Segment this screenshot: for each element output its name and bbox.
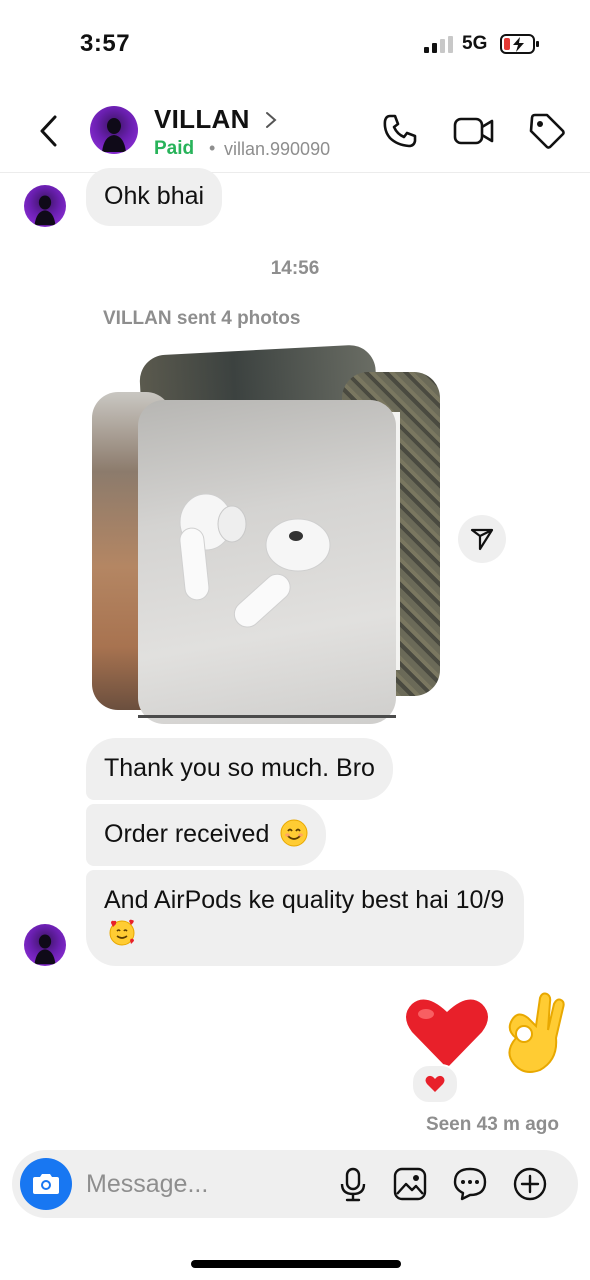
home-indicator[interactable]	[191, 1260, 401, 1268]
cell-signal-icon	[424, 36, 453, 53]
message-bubble[interactable]: Thank you so much. Bro	[86, 738, 393, 800]
photos-sent-note: VILLAN sent 4 photos	[103, 308, 301, 329]
photo-airpods[interactable]	[138, 400, 396, 724]
sticker-message-icon[interactable]	[452, 1166, 488, 1202]
status-time: 3:57	[80, 30, 131, 57]
battery-charging-icon	[500, 34, 539, 54]
message-input[interactable]	[86, 1166, 306, 1202]
smiling-face-emoji	[280, 819, 308, 847]
ok-hand-emoji	[508, 992, 565, 1073]
seen-status: Seen 43 m ago	[425, 1114, 559, 1135]
share-button[interactable]	[458, 515, 506, 563]
message-bubble[interactable]: Order received	[86, 804, 327, 866]
microphone-icon[interactable]	[335, 1166, 371, 1202]
smiling-face-with-hearts-emoji	[109, 919, 135, 946]
separator-dot: •	[209, 138, 216, 158]
message-bubble[interactable]: And AirPods ke quality best hai 10/9	[86, 870, 524, 966]
add-icon[interactable]	[512, 1166, 548, 1202]
message-bubble[interactable]: Ohk bhai	[86, 168, 223, 226]
chevron-right-icon[interactable]	[264, 110, 278, 130]
red-heart-emoji	[406, 999, 488, 1068]
gallery-icon[interactable]	[392, 1166, 428, 1202]
camera-button[interactable]	[20, 1158, 72, 1210]
contact-username: villan.990090	[224, 139, 331, 159]
send-icon	[470, 528, 494, 551]
message-text: And AirPods ke quality best hai 10/9	[104, 886, 505, 914]
camera-icon	[33, 1174, 59, 1194]
heart-reaction[interactable]	[411, 1064, 459, 1104]
contact-name[interactable]: VILLAN	[154, 104, 250, 135]
video-camera-icon[interactable]	[453, 112, 495, 150]
message-timestamp: 14:56	[270, 258, 320, 279]
header-divider	[0, 172, 590, 173]
sender-avatar[interactable]	[24, 924, 66, 966]
paid-badge: Paid	[154, 138, 195, 159]
sender-avatar[interactable]	[24, 185, 66, 227]
network-type: 5G	[462, 33, 488, 54]
back-arrow-icon[interactable]	[34, 112, 64, 150]
message-text: Order received	[104, 820, 270, 848]
heart-icon	[425, 1075, 445, 1092]
tag-icon[interactable]	[528, 112, 566, 150]
contact-avatar[interactable]	[90, 106, 138, 154]
airpods-image	[179, 493, 331, 628]
phone-icon[interactable]	[381, 112, 419, 150]
